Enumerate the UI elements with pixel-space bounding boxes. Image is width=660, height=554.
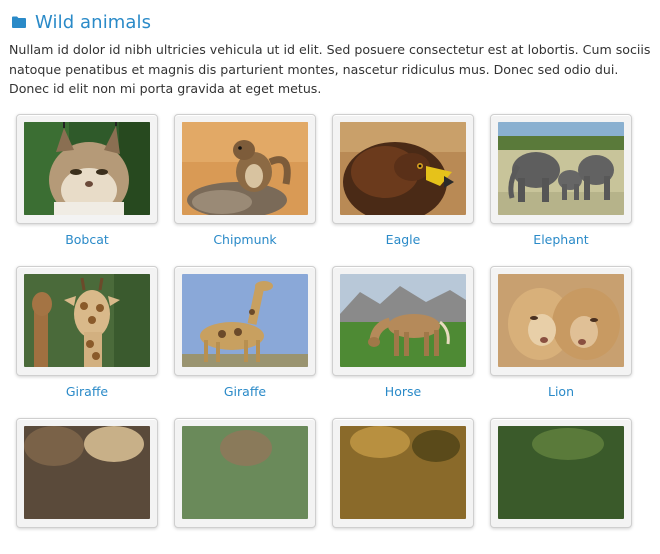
gallery-item-10[interactable] [174, 418, 316, 554]
page-description: Nullam id dolor id nibh ultricies vehicu… [9, 42, 651, 96]
thumbnail-frame [174, 418, 316, 528]
giraffe-photo [182, 274, 308, 367]
thumbnail-frame [332, 266, 474, 376]
gallery-item-chipmunk[interactable]: Chipmunk [174, 114, 316, 250]
thumbnail-frame [16, 114, 158, 224]
gallery-item-label[interactable]: Horse [385, 384, 421, 402]
thumbnail-frame [490, 114, 632, 224]
gallery-item-label[interactable]: Elephant [533, 232, 588, 250]
thumbnail-frame [174, 266, 316, 376]
gallery-item-label[interactable]: Giraffe [224, 384, 266, 402]
gallery-item-label[interactable]: Lion [548, 384, 574, 402]
gallery-item-elephant[interactable]: Elephant [490, 114, 632, 250]
page-title: Wild animals [35, 11, 152, 33]
gallery-item-label[interactable]: Eagle [386, 232, 421, 250]
gallery-item-11[interactable] [332, 418, 474, 554]
gallery-item-horse[interactable]: Horse [332, 266, 474, 402]
gallery-item-label[interactable]: Chipmunk [213, 232, 276, 250]
animal-gallery: Bobcat Chipmunk Eagle Elephant Giraffe G… [16, 114, 632, 554]
gallery-item-lion[interactable]: Lion [490, 266, 632, 402]
thumbnail-frame [490, 418, 632, 528]
gallery-item-giraffe-2[interactable]: Giraffe [174, 266, 316, 402]
horse-photo [340, 274, 466, 367]
gallery-item-label[interactable]: Bobcat [65, 232, 109, 250]
elephant-photo [498, 122, 624, 215]
gallery-item-bobcat[interactable]: Bobcat [16, 114, 158, 250]
gallery-item-label[interactable]: Giraffe [66, 384, 108, 402]
thumbnail-frame [174, 114, 316, 224]
gallery-item-9[interactable] [16, 418, 158, 554]
thumbnail-frame [16, 266, 158, 376]
thumbnail-frame [332, 418, 474, 528]
giraffe-photo [24, 274, 150, 367]
gallery-item-giraffe[interactable]: Giraffe [16, 266, 158, 402]
thumbnail-frame [490, 266, 632, 376]
thumbnail-frame [16, 418, 158, 528]
eagle-photo [340, 122, 466, 215]
lion-photo [498, 274, 624, 367]
thumbnail-frame [332, 114, 474, 224]
page-header: Wild animals [12, 9, 151, 35]
chipmunk-photo [182, 122, 308, 215]
bobcat-photo [24, 122, 150, 215]
gallery-item-eagle[interactable]: Eagle [332, 114, 474, 250]
gallery-item-12[interactable] [490, 418, 632, 554]
folder-icon [12, 16, 26, 28]
